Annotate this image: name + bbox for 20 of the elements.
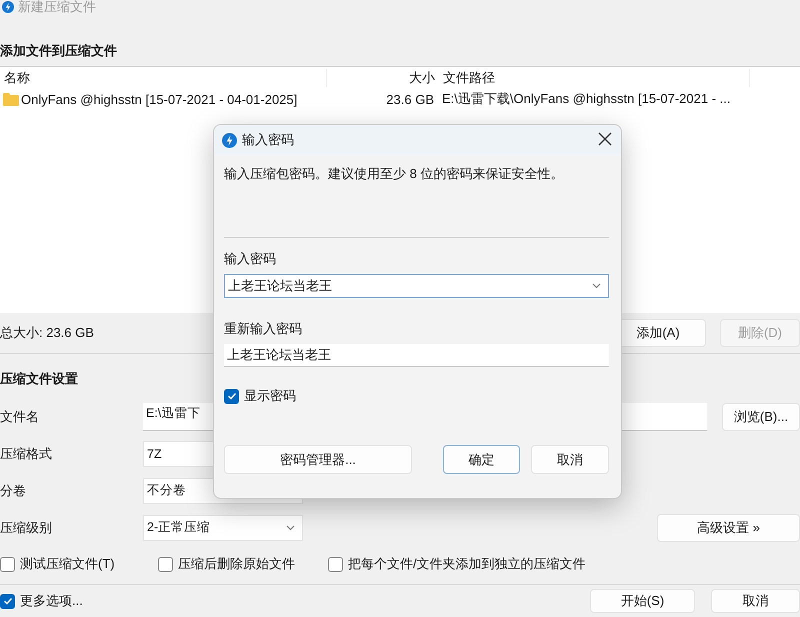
file-name: OnlyFans @highsstn [15-07-2021 - 04-01-2025]: [21, 92, 298, 106]
dialog-description: 输入压缩包密码。建议使用至少 8 位的密码来保证安全性。: [224, 165, 564, 183]
option-label: 更多选项...: [20, 592, 83, 610]
dialog-title: 输入密码: [242, 131, 294, 149]
field-label: 输入密码: [224, 250, 277, 268]
option-label: 把每个文件/文件夹添加到独立的压缩文件: [348, 555, 586, 573]
field-label: 压缩级别: [0, 518, 53, 536]
section-heading: 添加文件到压缩文件: [0, 42, 117, 60]
field-label: 压缩格式: [0, 444, 53, 462]
section-heading: 压缩文件设置: [0, 370, 78, 388]
total-size: 总大小: 23.6 GB: [0, 324, 94, 342]
option-label: 测试压缩文件(T): [20, 555, 115, 573]
field-label: 分卷: [0, 482, 27, 500]
field-label: 文件名: [0, 408, 40, 426]
file-size: 23.6 GB: [385, 92, 435, 106]
window-title: 新建压缩文件: [18, 0, 96, 14]
file-path: E:\迅雷下载\OnlyFans @highsstn [15-07-2021 - ...: [441, 90, 730, 108]
option-label: 显示密码: [244, 387, 296, 405]
field-label: 重新输入密码: [224, 320, 303, 338]
option-label: 压缩后删除原始文件: [178, 555, 295, 573]
